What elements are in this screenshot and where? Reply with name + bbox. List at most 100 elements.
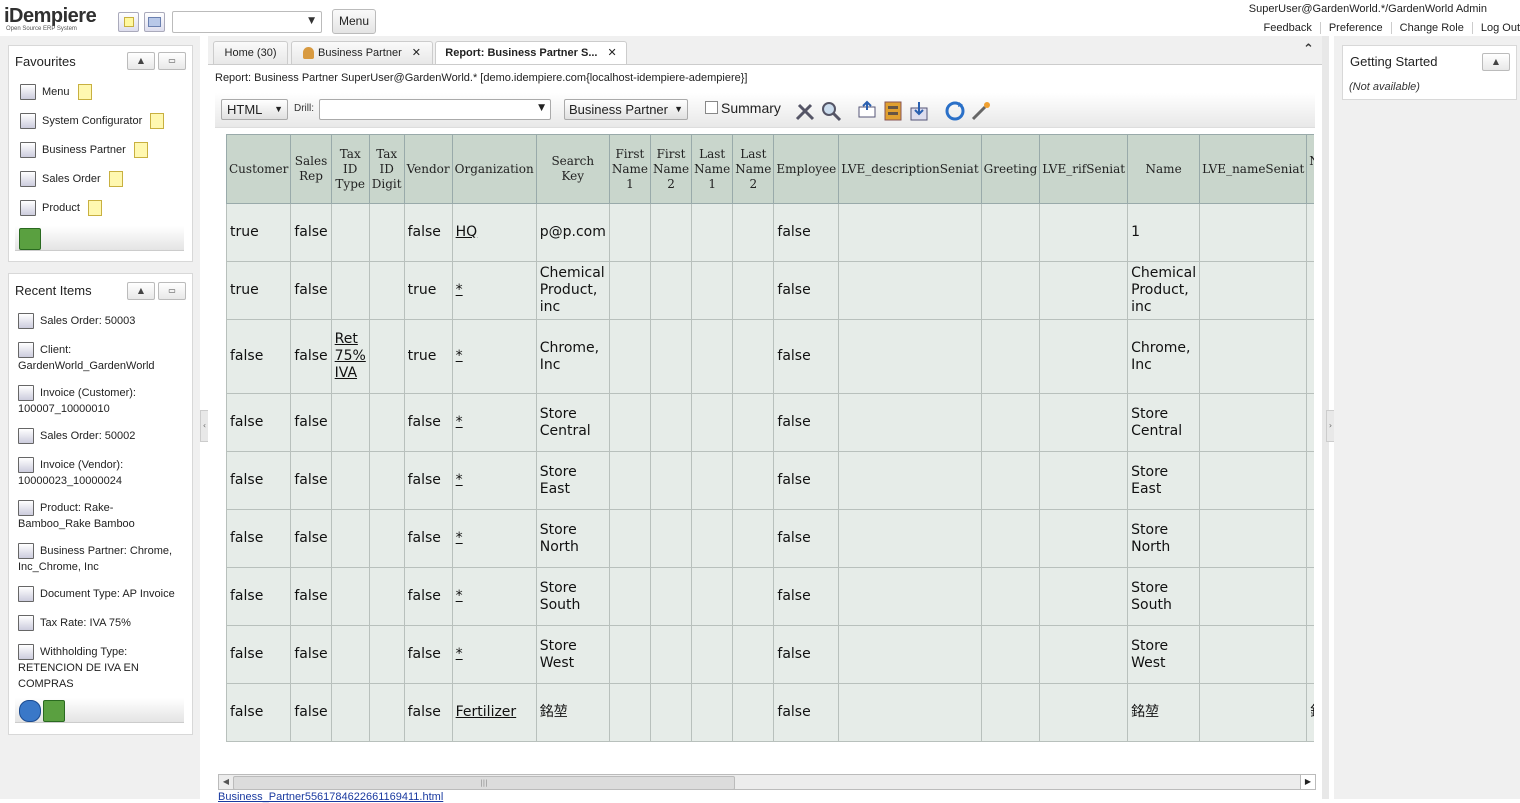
export-icon[interactable] — [908, 100, 930, 122]
scroll-right-icon[interactable]: ▶ — [1300, 775, 1315, 789]
favourites-maximize-button[interactable]: ▭ — [158, 52, 186, 70]
scroll-left-icon[interactable]: ◀ — [219, 775, 233, 789]
column-header: Name 2 — [1306, 134, 1314, 204]
table-cell — [732, 683, 775, 742]
recent-item[interactable]: Business Partner: Chrome, Inc_Chrome, In… — [18, 543, 183, 575]
table-cell: Store South — [1127, 567, 1201, 626]
favourite-item-system-configurator[interactable]: System Configurator — [20, 113, 165, 129]
window-icon — [18, 342, 34, 359]
drill-link[interactable]: * — [456, 414, 463, 430]
recent-item[interactable]: Tax Rate: IVA 75% — [18, 615, 183, 632]
table-cell — [608, 261, 651, 320]
note-icon[interactable] — [108, 171, 123, 187]
table-cell: false — [226, 567, 292, 626]
report-file-link[interactable]: Business_Partner5561784622661169411.html — [218, 791, 443, 803]
table-cell — [691, 319, 734, 394]
table-cell: false — [773, 319, 840, 394]
business-partner-icon — [303, 47, 314, 60]
feedback-link[interactable]: Feedback — [1255, 22, 1321, 34]
drill-link[interactable]: * — [456, 472, 463, 488]
favourites-collapse-button[interactable]: ▲ — [127, 52, 155, 70]
favourite-item-sales-order[interactable]: Sales Order — [20, 171, 123, 187]
recent-item[interactable]: Product: Rake-Bamboo_Rake Bamboo — [18, 500, 183, 532]
table-cell: * — [451, 567, 537, 626]
global-search-combobox[interactable]: ▼ — [172, 11, 322, 33]
print-format-select[interactable]: Business Partner ▼ — [564, 99, 688, 120]
table-cell — [691, 261, 734, 320]
table-cell: true — [403, 319, 453, 394]
wizard-icon[interactable] — [970, 100, 992, 122]
drill-link[interactable]: HQ — [456, 224, 478, 240]
favourite-item-business-partner[interactable]: Business Partner — [20, 142, 148, 158]
preference-link[interactable]: Preference — [1320, 22, 1392, 34]
find-icon[interactable] — [820, 100, 842, 122]
recent-item[interactable]: Withholding Type: RETENCION DE IVA EN CO… — [18, 644, 183, 692]
refresh-icon[interactable] — [944, 100, 966, 122]
drill-select[interactable]: ▼ — [319, 99, 551, 120]
user-info: SuperUser@GardenWorld.*/GardenWorld Admi… — [1248, 3, 1487, 15]
drill-link[interactable]: Fertilizer — [456, 704, 517, 720]
recent-maximize-button[interactable]: ▭ — [158, 282, 186, 300]
getting-started-collapse-button[interactable]: ▲ — [1482, 53, 1510, 71]
send-mail-icon[interactable] — [856, 100, 878, 122]
new-window-icon[interactable] — [118, 12, 139, 32]
refresh-icon[interactable] — [19, 700, 41, 722]
table-cell — [980, 625, 1041, 684]
close-icon[interactable]: ✕ — [608, 47, 617, 59]
close-icon[interactable]: ✕ — [412, 47, 421, 59]
drill-link[interactable]: * — [456, 348, 463, 364]
table-cell: false — [403, 683, 453, 742]
idempiere-logo[interactable]: iDempiere Open Source ERP System — [4, 6, 108, 34]
recent-item[interactable]: Invoice (Vendor): 10000023_10000024 — [18, 457, 183, 489]
recent-item[interactable]: Invoice (Customer): 100007_10000010 — [18, 385, 183, 417]
customize-tools-icon[interactable] — [794, 100, 816, 122]
table-cell — [732, 261, 775, 320]
table-cell — [649, 567, 693, 626]
column-header: LVE_descriptionSeniat — [838, 134, 982, 204]
favourite-item-menu[interactable]: Menu — [20, 84, 92, 100]
recycle-bin-icon[interactable] — [43, 700, 65, 722]
menu-button[interactable]: Menu — [332, 9, 376, 34]
scrollbar-thumb[interactable]: ||| — [233, 776, 735, 790]
drill-link[interactable]: Ret 75% IVA — [335, 331, 366, 381]
change-role-link[interactable]: Change Role — [1391, 22, 1473, 34]
archive-icon[interactable] — [882, 100, 904, 122]
drill-link[interactable]: * — [456, 646, 463, 662]
output-format-select[interactable]: HTML ▼ — [221, 99, 288, 120]
recent-item[interactable]: Document Type: AP Invoice — [18, 586, 183, 603]
note-icon[interactable] — [87, 200, 102, 216]
recycle-bin-icon[interactable] — [19, 228, 41, 250]
collapse-header-icon[interactable]: ⌃ — [1303, 42, 1314, 57]
tab-home[interactable]: Home (30) — [213, 41, 288, 64]
window-icon — [18, 500, 34, 517]
open-window-icon[interactable] — [144, 12, 165, 32]
logout-link[interactable]: Log Out — [1473, 22, 1520, 34]
drill-link[interactable]: * — [456, 282, 463, 298]
column-header: Employee — [773, 134, 840, 204]
tab-report-business-partner[interactable]: Report: Business Partner S... ✕ — [435, 41, 627, 65]
table-cell — [732, 203, 775, 262]
recent-item[interactable]: Client: GardenWorld_GardenWorld — [18, 342, 183, 374]
summary-checkbox[interactable] — [705, 101, 718, 114]
favourite-item-product[interactable]: Product — [20, 200, 102, 216]
column-header: LVE_nameSeniat — [1199, 134, 1308, 204]
tab-business-partner[interactable]: Business Partner ✕ — [291, 41, 433, 64]
table-cell — [838, 393, 982, 452]
note-icon[interactable] — [77, 84, 92, 100]
drill-link[interactable]: * — [456, 588, 463, 604]
table-cell — [649, 625, 693, 684]
drill-link[interactable]: * — [456, 530, 463, 546]
logo-text: iDempiere — [4, 5, 97, 27]
table-cell: false — [773, 625, 840, 684]
chevron-down-icon: ▼ — [274, 104, 283, 114]
table-cell — [980, 509, 1041, 568]
report-table-viewport[interactable]: Customer Sales Rep Tax ID Type Tax ID Digit… — [226, 134, 1314, 742]
note-icon[interactable] — [133, 142, 148, 158]
table-cell — [732, 393, 775, 452]
recent-item[interactable]: Sales Order: 50002 — [18, 428, 183, 445]
table-cell — [1199, 625, 1308, 684]
recent-collapse-button[interactable]: ▲ — [127, 282, 155, 300]
recent-item[interactable]: Sales Order: 50003 — [18, 313, 183, 330]
horizontal-scrollbar[interactable]: ◀ ||| ▶ — [218, 774, 1316, 790]
note-icon[interactable] — [150, 113, 165, 129]
